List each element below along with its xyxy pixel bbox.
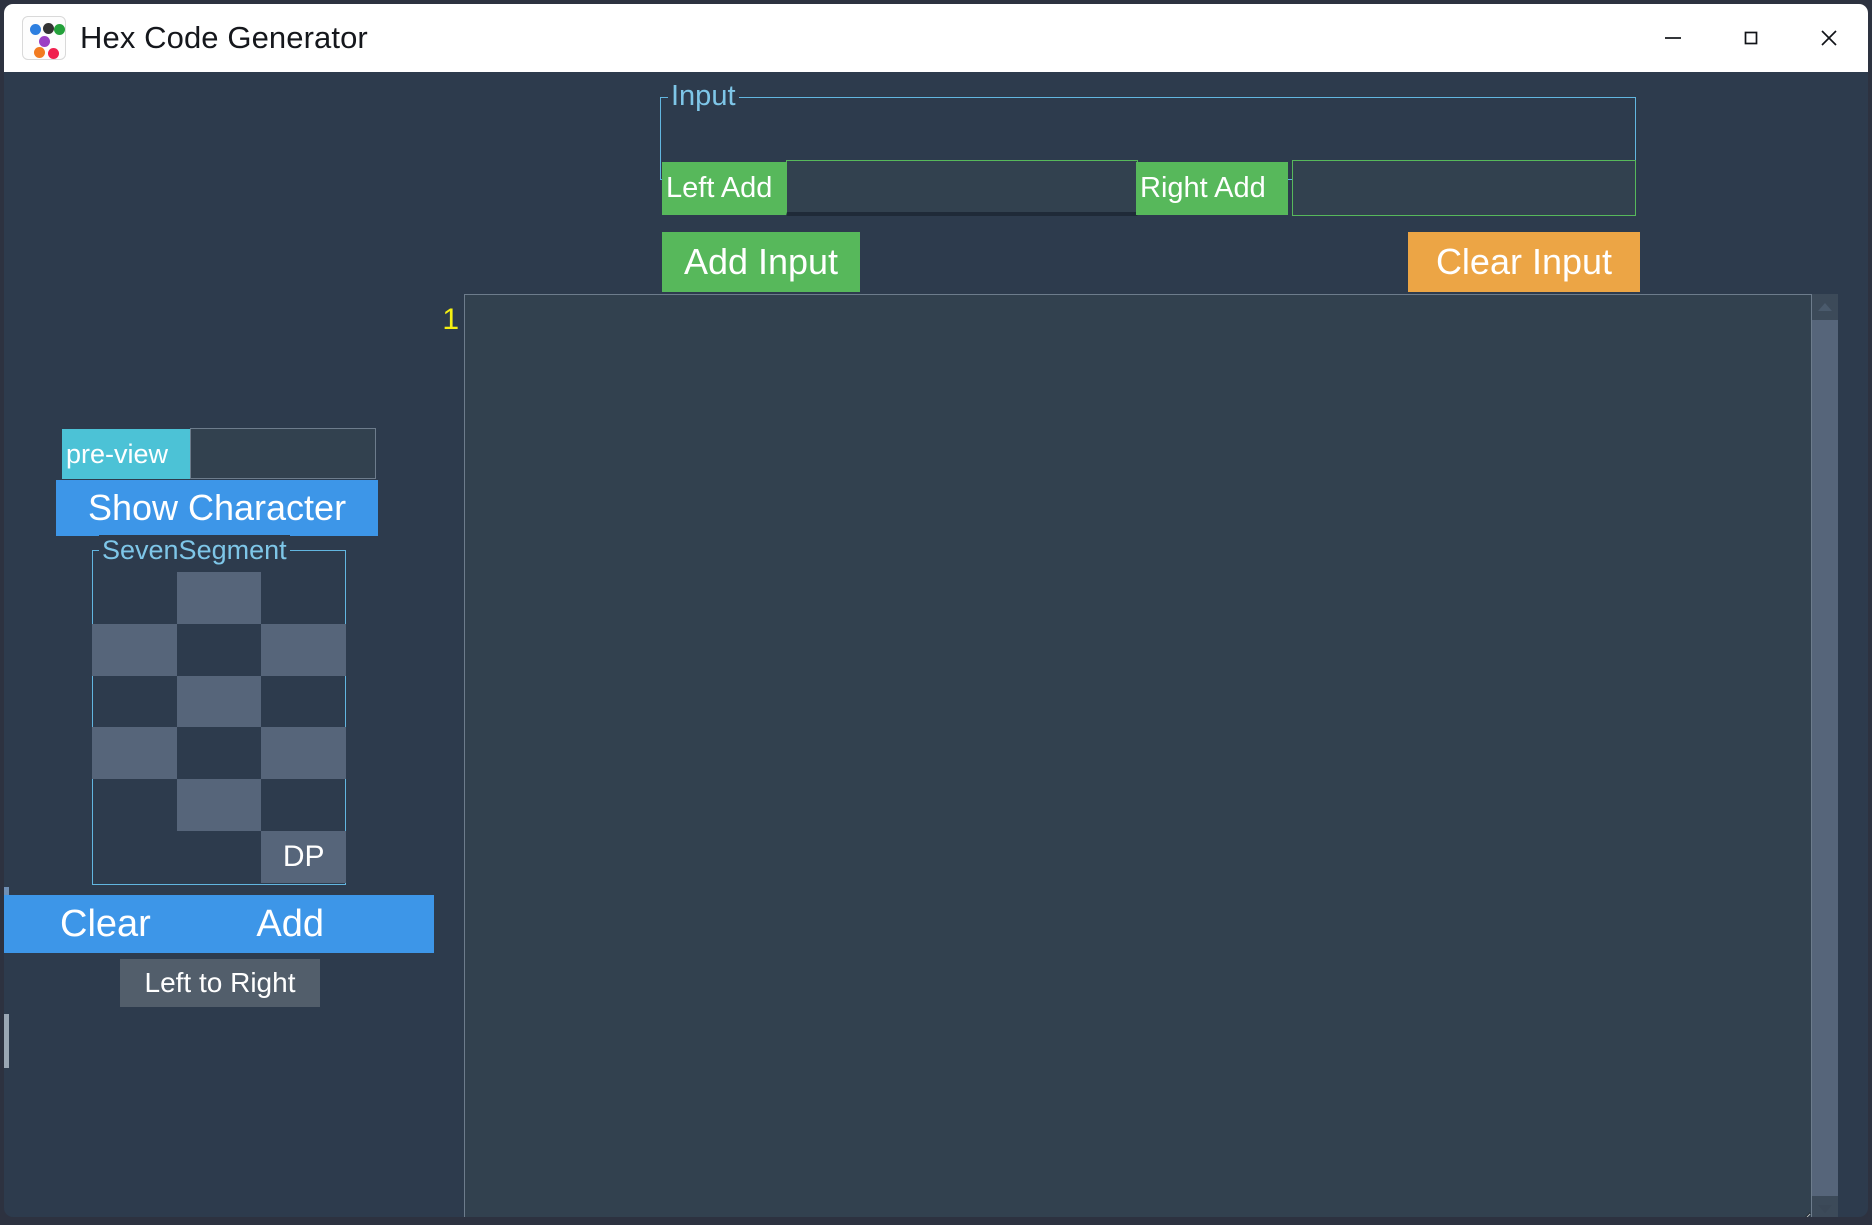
scrollbar-thumb[interactable] [1812,320,1838,1196]
segment-cell[interactable] [92,676,177,728]
segment-cell[interactable] [92,831,177,883]
seven-segment-grid[interactable]: DP [92,572,346,883]
right-add-input[interactable] [1292,160,1636,216]
show-character-button[interactable]: Show Character [56,480,378,536]
input-group-legend: Input [668,81,739,111]
right-add-label: Right Add [1136,162,1288,215]
minimize-icon[interactable] [1634,4,1712,72]
segment-cell[interactable] [92,727,177,780]
clear-input-button[interactable]: Clear Input [1408,232,1640,292]
order-direction-select[interactable]: Left to Right [120,959,320,1007]
close-icon[interactable] [1790,4,1868,72]
add-segment-button[interactable]: Add [4,895,434,953]
preview-input[interactable] [190,428,376,479]
window-title: Hex Code Generator [80,20,368,55]
segment-cell[interactable] [176,572,262,624]
segment-cell[interactable] [92,572,177,624]
add-input-button[interactable]: Add Input [662,232,860,292]
segment-cell[interactable] [92,623,177,676]
line-number: 1 [442,303,459,336]
segment-cell[interactable] [177,727,262,779]
line-number-gutter: 1 [429,302,459,338]
application-window: Hex Code Generator Input Left Add Right … [0,0,1872,1225]
text-board[interactable] [464,294,1812,1217]
title-bar: Hex Code Generator [4,4,1868,72]
text-board-scrollbar[interactable] [1812,294,1838,1217]
main-content: Input Left Add Right Add Add Input Clear… [4,72,1868,1217]
segment-cell[interactable] [261,779,346,831]
left-add-label: Left Add [662,162,786,215]
segment-cell[interactable] [177,624,262,676]
segment-cell[interactable] [92,779,177,831]
segment-cell[interactable] [261,676,346,728]
seven-segment-legend: SevenSegment [99,535,290,565]
segment-cell-dp[interactable]: DP [261,831,346,883]
segment-cell[interactable] [177,831,262,883]
preview-label: pre-view [62,429,190,479]
segment-cell[interactable] [261,727,346,780]
chevron-up-icon[interactable] [1812,294,1838,320]
left-add-input[interactable] [786,160,1138,216]
chevron-down-icon[interactable] [1812,1196,1838,1217]
left-edge-marker-bottom [4,1014,9,1068]
segment-cell[interactable] [176,675,262,728]
window-bottom-strip [4,1217,1868,1225]
segment-cell[interactable] [261,572,346,624]
segment-cell[interactable] [261,623,346,676]
maximize-icon[interactable] [1712,4,1790,72]
palette-dots-icon [22,16,66,60]
segment-cell[interactable] [176,779,262,832]
window-controls [1634,4,1868,72]
